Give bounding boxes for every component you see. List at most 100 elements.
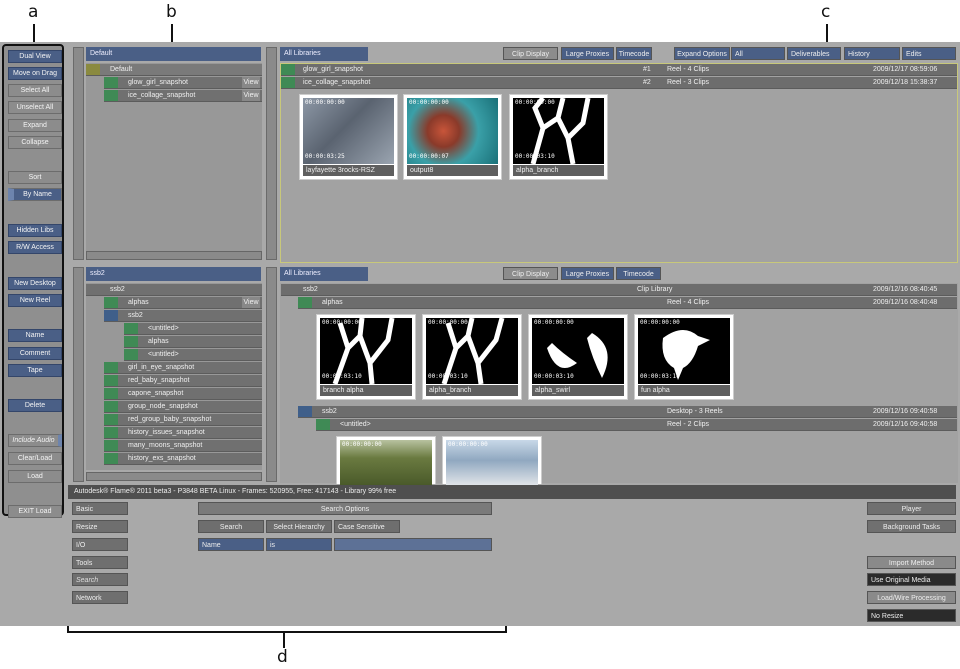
large-proxies-button[interactable]: Large Proxies [561,267,614,280]
io-menu-button[interactable]: I/O [72,538,128,551]
tree-item[interactable]: ssb2 [104,310,262,322]
tree-item[interactable]: alphas [124,336,262,348]
include-audio-button[interactable]: Include Audio [8,434,62,447]
clip-thumbnail[interactable]: 00:00:00:00 00:00:03:10 alpha_swirl [528,314,628,400]
expand-options-label: Expand Options [674,47,730,60]
move-on-drag-button[interactable]: Move on Drag [8,67,62,80]
search-menu-button[interactable]: Search [72,573,128,586]
tree-item[interactable]: girl_in_eye_snapshot [104,362,262,374]
view-button[interactable]: View [242,297,260,308]
clip-thumbnail[interactable]: 00:00:00:00 00:00:03:10 fun alpha [634,314,734,400]
search-field-name[interactable]: Name [198,538,264,551]
reel-row[interactable]: alphas Reel - 4 Clips 2009/12/16 08:40:4… [298,297,957,309]
expand-icon [104,362,118,373]
bottom-tree-scrollbar[interactable] [73,267,84,482]
clip-thumbnail[interactable]: 00:00:00:00 [442,436,542,485]
clip-thumbnail[interactable]: 00:00:00:00 00:00:03:25 layfayette 3rock… [299,94,398,180]
bottom-clip-scrollbar[interactable] [266,267,277,482]
top-tree-hscroll[interactable] [86,251,262,260]
network-menu-button[interactable]: Network [72,591,128,604]
view-button[interactable]: View [242,77,260,88]
tools-menu-button[interactable]: Tools [72,556,128,569]
hidden-libs-button[interactable]: Hidden Libs [8,224,62,237]
large-proxies-button[interactable]: Large Proxies [561,47,614,60]
clip-thumbnail[interactable]: 00:00:00:00 00:00:00:07 output8 [403,94,502,180]
use-original-media-option[interactable]: Use Original Media [867,573,956,586]
unselect-all-button[interactable]: Unselect All [8,101,62,114]
clip-display-button[interactable]: Clip Display [503,47,558,60]
clip-label: alpha_swirl [532,385,624,396]
search-value-input[interactable] [334,538,492,551]
load-button[interactable]: Load [8,470,62,483]
exit-load-button[interactable]: EXIT Load [8,505,62,518]
tree-item[interactable]: red_group_baby_snapshot [104,414,262,426]
tree-item[interactable]: alphas View [104,297,262,309]
new-reel-button[interactable]: New Reel [8,294,62,307]
clear-load-button[interactable]: Clear/Load [8,452,62,465]
clip-thumbnail[interactable]: 00:00:00:00 00:00:03:10 branch alpha [316,314,416,400]
desktop-row[interactable]: ssb2 Desktop - 3 Reels 2009/12/16 09:40:… [298,406,957,418]
search-button[interactable]: Search [198,520,264,533]
deliverables-dropdown[interactable]: Deliverables [787,47,841,60]
rw-access-button[interactable]: R/W Access [8,241,62,254]
background-tasks-button[interactable]: Background Tasks [867,520,956,533]
search-operator-is[interactable]: is [266,538,332,551]
clip-thumbnail[interactable]: 00:00:00:00 00:00:03:10 alpha_branch [509,94,608,180]
player-button[interactable]: Player [867,502,956,515]
case-sensitive-toggle[interactable]: Case Sensitive [334,520,400,533]
clip-thumbnail[interactable]: 00:00:00:00 00:00:03:10 alpha_branch [422,314,522,400]
clip-thumbnail[interactable]: 00:00:00:00 [336,436,436,485]
bottom-library-header[interactable]: ssb2 [86,267,261,281]
basic-menu-button[interactable]: Basic [72,502,128,515]
top-tree-root[interactable]: Default [86,64,262,76]
filter-all-dropdown[interactable]: All [731,47,785,60]
tree-item[interactable]: capone_snapshot [104,388,262,400]
comment-button[interactable]: Comment [8,347,62,360]
history-dropdown[interactable]: History [844,47,900,60]
bottom-all-libraries[interactable]: All Libraries [280,267,368,281]
resize-menu-button[interactable]: Resize [72,520,128,533]
bottom-tree-hscroll[interactable] [86,472,262,481]
top-reel-row[interactable]: glow_girl_snapshot #1 Reel - 4 Clips 200… [281,64,957,76]
top-all-libraries[interactable]: All Libraries [280,47,368,61]
name-button[interactable]: Name [8,329,62,342]
tree-item[interactable]: <untitled> [124,349,262,361]
tree-item[interactable]: <untitled> [124,323,262,335]
tree-item[interactable]: group_node_snapshot [104,401,262,413]
dual-view-button[interactable]: Dual View [8,50,62,63]
select-hierarchy-button[interactable]: Select Hierarchy [266,520,332,533]
tree-item[interactable]: history_exs_snapshot [104,453,262,465]
select-all-button[interactable]: Select All [8,84,62,97]
expand-button[interactable]: Expand [8,119,62,132]
clip-display-button[interactable]: Clip Display [503,267,558,280]
top-tree-scrollbar[interactable] [73,47,84,260]
top-library-header[interactable]: Default [86,47,261,61]
edits-dropdown[interactable]: Edits [902,47,956,60]
tree-item[interactable]: ssb2 [86,284,262,296]
bracket-d-base [67,631,507,633]
timecode-button[interactable]: Timecode [616,47,652,60]
top-tree-item[interactable]: ice_collage_snapshot View [104,90,262,102]
sort-by-name-button[interactable]: By Name [8,188,62,201]
clip-label: output8 [407,165,498,176]
sort-button[interactable]: Sort [8,171,62,184]
new-desktop-button[interactable]: New Desktop [8,277,62,290]
status-bar: Autodesk® Flame® 2011 beta3 - P3848 BETA… [68,485,956,499]
view-button[interactable]: View [242,90,260,101]
tree-item[interactable]: history_issues_snapshot [104,427,262,439]
collapse-icon [104,310,118,321]
collapse-icon [281,77,295,88]
tape-button[interactable]: Tape [8,364,62,377]
expand-icon [104,375,118,386]
top-clip-scrollbar[interactable] [266,47,277,260]
delete-button[interactable]: Delete [8,399,62,412]
top-reel-row[interactable]: ice_collage_snapshot #2 Reel - 3 Clips 2… [281,77,957,89]
library-row[interactable]: ssb2 Clip Library 2009/12/16 08:40:45 [281,284,957,296]
no-resize-option[interactable]: No Resize [867,609,956,622]
tree-item[interactable]: red_baby_snapshot [104,375,262,387]
timecode-button[interactable]: Timecode [616,267,661,280]
reel-row[interactable]: <untitled> Reel - 2 Clips 2009/12/16 09:… [316,419,957,431]
collapse-button[interactable]: Collapse [8,136,62,149]
tree-item[interactable]: many_moons_snapshot [104,440,262,452]
top-tree-item[interactable]: glow_girl_snapshot View [104,77,262,89]
